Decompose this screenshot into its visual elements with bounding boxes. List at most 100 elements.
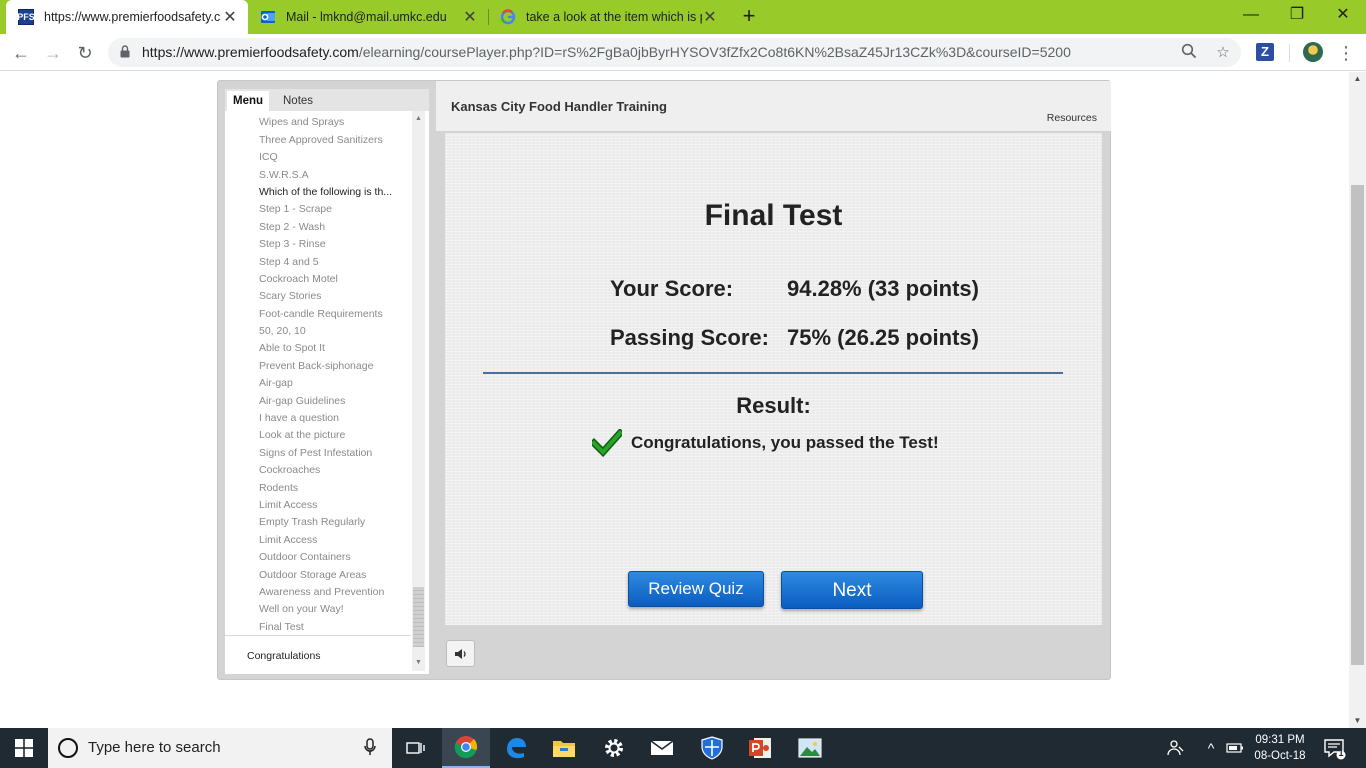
minimize-button[interactable]: —	[1228, 0, 1274, 30]
sidebar-scrollbar-thumb[interactable]	[413, 587, 424, 647]
close-tab-icon[interactable]: ✕	[702, 7, 718, 27]
battery-icon[interactable]	[1224, 728, 1246, 768]
clock-date: 08-Oct-18	[1254, 750, 1306, 762]
menu-item[interactable]: Step 3 - Rinse	[225, 236, 411, 253]
tab-notes[interactable]: Notes	[277, 91, 319, 111]
menu-item[interactable]: Awareness and Prevention	[225, 584, 411, 601]
menu-item[interactable]: Air-gap	[225, 375, 411, 392]
page-scrollbar-thumb[interactable]	[1351, 185, 1364, 665]
close-tab-icon[interactable]: ✕	[222, 7, 238, 27]
menu-item[interactable]: Step 1 - Scrape	[225, 201, 411, 218]
sidebar-scroll-up-icon[interactable]: ▲	[412, 113, 425, 125]
tab-menu[interactable]: Menu	[227, 91, 270, 111]
close-tab-icon[interactable]: ✕	[462, 7, 478, 27]
menu-item[interactable]: ICQ	[225, 149, 411, 166]
clock-time: 09:31 PM	[1255, 734, 1305, 746]
menu-item[interactable]: 50, 20, 10	[225, 323, 411, 340]
bookmark-star-icon[interactable]: ☆	[1213, 43, 1233, 63]
taskbar-clock[interactable]: 09:31 PM 08-Oct-18	[1246, 732, 1314, 764]
profile-avatar[interactable]	[1303, 42, 1323, 62]
menu-kebab-icon[interactable]: ⋮	[1336, 40, 1356, 66]
sidebar-tabs: Menu Notes	[225, 89, 429, 111]
mail-icon[interactable]	[638, 728, 686, 768]
task-view-icon[interactable]	[392, 728, 440, 768]
sidebar-scrollbar[interactable]: ▲ ▼	[412, 111, 425, 671]
tab-title: take a look at the item which is p	[526, 10, 702, 24]
menu-item[interactable]: Which of the following is th...	[225, 184, 411, 201]
menu-item[interactable]: Final Test	[225, 619, 411, 637]
url-text[interactable]: https://www.premierfoodsafety.com/elearn…	[142, 44, 1071, 60]
chevron-up-icon[interactable]: ^	[1200, 728, 1222, 768]
toolbar-separator	[1289, 44, 1290, 62]
menu-item[interactable]: Signs of Pest Infestation	[225, 445, 411, 462]
menu-item[interactable]: Look at the picture	[225, 427, 411, 444]
reload-icon[interactable]: ↻	[72, 40, 98, 66]
menu-item[interactable]: Scary Stories	[225, 288, 411, 305]
resources-link[interactable]: Resources	[1047, 112, 1097, 124]
powerpoint-icon[interactable]	[736, 728, 784, 768]
menu-item[interactable]: Limit Access	[225, 532, 411, 549]
new-tab-button[interactable]: +	[736, 4, 762, 30]
menu-item[interactable]: Able to Spot It	[225, 340, 411, 357]
menu-item[interactable]: Air-gap Guidelines	[225, 393, 411, 410]
sidebar-scroll-down-icon[interactable]: ▼	[412, 657, 425, 669]
address-bar[interactable]: https://www.premierfoodsafety.com/elearn…	[108, 38, 1241, 67]
settings-gear-icon[interactable]	[590, 728, 638, 768]
menu-item[interactable]: S.W.R.S.A	[225, 167, 411, 184]
people-icon[interactable]	[1162, 728, 1190, 768]
windows-taskbar: Type here to search ^ 09:31 PM 08-Oct-18	[0, 728, 1366, 768]
scroll-down-arrow-icon[interactable]: ▼	[1349, 714, 1366, 728]
menu-item[interactable]: Three Approved Sanitizers	[225, 132, 411, 149]
browser-tab-mail[interactable]: Mail - lmknd@mail.umkc.edu ✕	[248, 0, 488, 34]
url-path: /elearning/coursePlayer.php?ID=rS%2FgBa0…	[358, 44, 1071, 60]
close-window-button[interactable]: ✕	[1320, 0, 1366, 30]
search-placeholder: Type here to search	[88, 739, 221, 756]
slide-title: Final Test	[704, 199, 843, 232]
photos-icon[interactable]	[786, 728, 834, 768]
browser-tab-premierfoodsafety[interactable]: PFS https://www.premierfoodsafety.c ✕	[6, 0, 248, 34]
google-icon	[500, 9, 516, 25]
menu-item[interactable]: Cockroaches	[225, 462, 411, 479]
menu-item[interactable]: Prevent Back-siphonage	[225, 358, 411, 375]
chrome-taskbar-icon[interactable]	[442, 728, 490, 768]
your-score-value: 94.28% (33 points)	[787, 276, 979, 301]
security-shield-icon[interactable]	[688, 728, 736, 768]
tab-title: Mail - lmknd@mail.umkc.edu	[286, 10, 447, 24]
audio-toggle-button[interactable]	[446, 640, 475, 667]
zotero-extension-icon[interactable]: Z	[1256, 43, 1274, 61]
menu-item[interactable]: Step 4 and 5	[225, 254, 411, 271]
menu-item[interactable]: Outdoor Containers	[225, 549, 411, 566]
lock-icon	[120, 45, 130, 58]
zoom-magnifier-icon[interactable]	[1179, 43, 1199, 63]
file-explorer-icon[interactable]	[540, 728, 588, 768]
menu-item[interactable]: Foot-candle Requirements	[225, 306, 411, 323]
review-quiz-button[interactable]: Review Quiz	[628, 571, 764, 607]
checkmark-icon	[592, 429, 622, 457]
menu-section-congratulations[interactable]: Congratulations	[225, 645, 411, 667]
taskbar-search-box[interactable]: Type here to search	[48, 728, 392, 768]
outlook-icon	[260, 9, 276, 25]
page-scrollbar[interactable]: ▲ ▼	[1349, 72, 1366, 728]
menu-item[interactable]: Cockroach Motel	[225, 271, 411, 288]
edge-icon[interactable]	[492, 728, 540, 768]
microphone-icon[interactable]	[364, 738, 376, 760]
menu-item[interactable]: Wipes and Sprays	[225, 114, 411, 131]
menu-item[interactable]: I have a question	[225, 410, 411, 427]
back-arrow-icon[interactable]: ←	[8, 40, 34, 66]
scroll-up-arrow-icon[interactable]: ▲	[1349, 72, 1366, 86]
browser-tab-strip: PFS https://www.premierfoodsafety.c ✕ Ma…	[0, 0, 1366, 34]
browser-tab-google[interactable]: take a look at the item which is p ✕	[488, 0, 728, 34]
next-button[interactable]: Next	[781, 571, 923, 609]
forward-arrow-icon[interactable]: →	[40, 40, 66, 66]
menu-item[interactable]: Rodents	[225, 480, 411, 497]
menu-item[interactable]: Limit Access	[225, 497, 411, 514]
menu-item[interactable]: Empty Trash Regularly	[225, 514, 411, 531]
menu-list: Video - Cleaning and Sanitizi...Wipes an…	[225, 111, 411, 641]
restore-button[interactable]: ❐	[1274, 0, 1320, 30]
menu-item[interactable]: Well on your Way!	[225, 601, 411, 618]
menu-item[interactable]: Step 2 - Wash	[225, 219, 411, 236]
windows-start-button[interactable]	[0, 728, 48, 768]
action-center-icon[interactable]: 1	[1322, 736, 1346, 760]
menu-item[interactable]: Outdoor Storage Areas	[225, 567, 411, 584]
menu-list-items: Video - Cleaning and Sanitizi...Wipes an…	[225, 111, 411, 637]
